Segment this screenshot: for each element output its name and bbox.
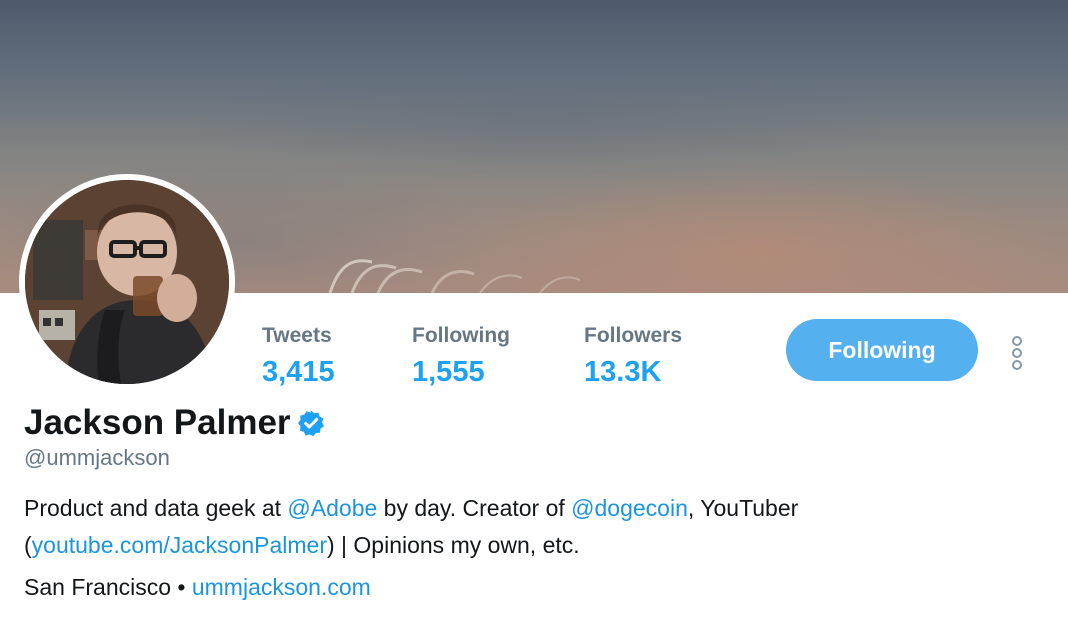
- profile-bio: Product and data geek at @Adobe by day. …: [24, 490, 1044, 564]
- stat-following[interactable]: Following 1,555: [412, 324, 510, 389]
- bio-text: ) | Opinions my own, etc.: [326, 532, 580, 558]
- stat-followers-label: Followers: [584, 324, 683, 347]
- profile-meta: San Francisco • ummjackson.com: [24, 574, 371, 601]
- website-link[interactable]: ummjackson.com: [192, 574, 371, 600]
- stat-following-label: Following: [412, 324, 510, 347]
- following-button[interactable]: Following: [786, 319, 978, 381]
- stat-tweets-value: 3,415: [262, 356, 335, 388]
- bio-text: , YouTuber: [687, 495, 799, 521]
- more-dot: [1012, 336, 1022, 346]
- profile-avatar[interactable]: [19, 174, 235, 390]
- bio-text: Product and data geek at: [24, 495, 288, 521]
- more-dot: [1012, 360, 1022, 370]
- meta-separator: •: [171, 574, 192, 600]
- bio-text: by day. Creator of: [377, 495, 572, 521]
- more-dot: [1012, 348, 1022, 358]
- avatar-photo: [25, 180, 229, 384]
- stat-followers[interactable]: Followers 13.3K: [584, 324, 682, 389]
- profile-location: San Francisco: [24, 574, 172, 600]
- mention-dogecoin-link[interactable]: @dogecoin: [571, 495, 688, 521]
- profile-name: Jackson Palmer: [24, 403, 291, 442]
- stat-tweets[interactable]: Tweets 3,415: [262, 324, 335, 389]
- youtube-link[interactable]: youtube.com/JacksonPalmer: [32, 532, 327, 558]
- stat-followers-value: 13.3K: [584, 356, 662, 388]
- mention-adobe-link[interactable]: @Adobe: [287, 495, 377, 521]
- stat-following-value: 1,555: [412, 356, 485, 388]
- stat-tweets-label: Tweets: [262, 324, 332, 347]
- verified-badge-icon: [297, 409, 325, 437]
- profile-handle: @ummjackson: [24, 445, 170, 470]
- profile-name-row: Jackson Palmer: [24, 403, 325, 443]
- bio-text: (: [24, 532, 32, 558]
- more-vertical-icon[interactable]: [1006, 336, 1028, 370]
